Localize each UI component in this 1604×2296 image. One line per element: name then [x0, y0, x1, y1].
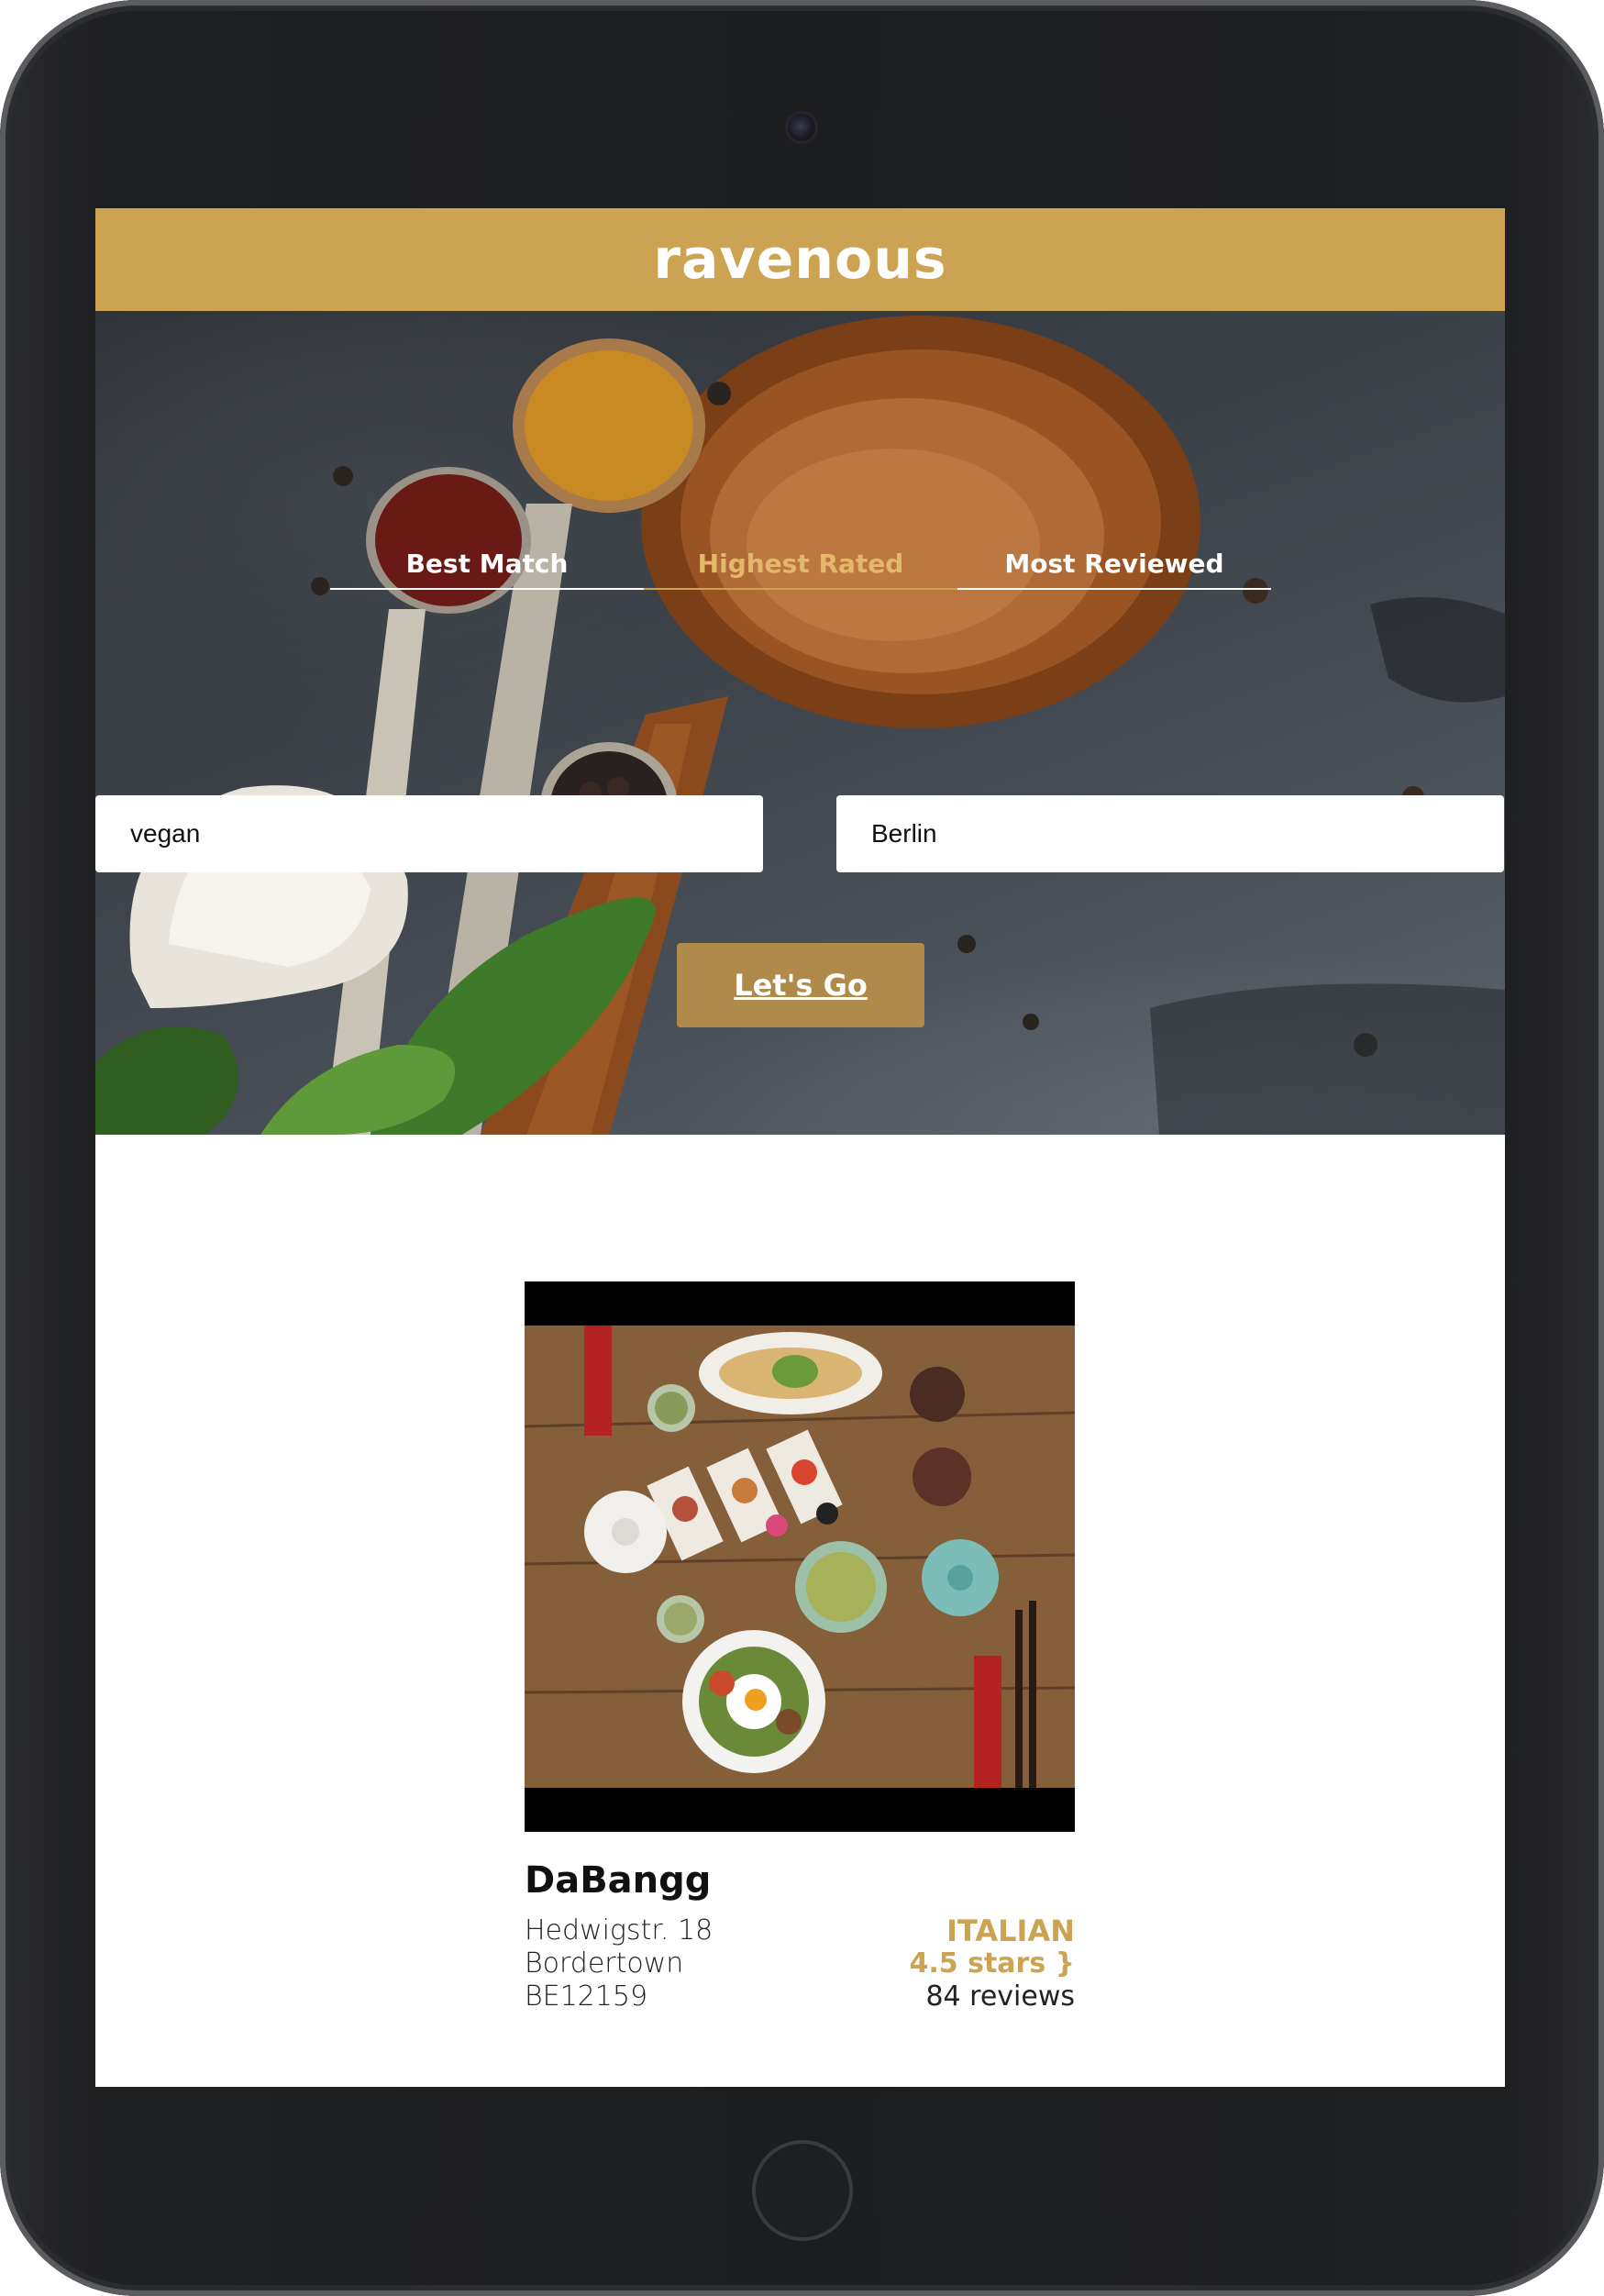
address-zip: BE12159 — [525, 1980, 648, 2013]
business-card: DaBangg Hedwigstr. 18 Bordertown BE12159… — [525, 1281, 1075, 2013]
home-button[interactable] — [752, 2140, 853, 2241]
business-information: Hedwigstr. 18 Bordertown BE12159 ITALIAN… — [525, 1914, 1075, 2013]
business-category: ITALIAN — [946, 1913, 1075, 1948]
search-term-input[interactable] — [95, 795, 763, 872]
review-count: 84 reviews — [925, 1980, 1075, 2013]
sort-option-best-match[interactable]: Best Match — [330, 549, 644, 590]
app-screen: ravenous Best Match Highest Rated Most R… — [95, 208, 1505, 2087]
location-input[interactable] — [836, 795, 1504, 872]
lets-go-button[interactable]: Let's Go — [677, 943, 924, 1027]
business-reviews: ITALIAN 4.5 stars } 84 reviews — [910, 1914, 1075, 2013]
search-bar: Best Match Highest Rated Most Reviewed L… — [95, 311, 1505, 1135]
sort-option-most-reviewed[interactable]: Most Reviewed — [957, 549, 1271, 590]
camera-icon — [788, 114, 815, 141]
brand-logo: ravenous — [653, 227, 947, 292]
business-name: DaBangg — [525, 1859, 712, 1902]
business-rating: 4.5 stars } — [909, 1947, 1075, 1980]
business-address: Hedwigstr. 18 Bordertown BE12159 — [525, 1914, 713, 2013]
sort-option-highest-rated[interactable]: Highest Rated — [644, 549, 957, 590]
app-header: ravenous — [95, 208, 1505, 311]
business-photo — [525, 1325, 1075, 1788]
business-image — [525, 1281, 1075, 1832]
address-line: Hedwigstr. 18 — [525, 1914, 714, 1947]
tablet-frame: ravenous Best Match Highest Rated Most R… — [0, 0, 1604, 2296]
sort-options: Best Match Highest Rated Most Reviewed — [330, 549, 1271, 590]
address-city: Bordertown — [525, 1947, 684, 1980]
